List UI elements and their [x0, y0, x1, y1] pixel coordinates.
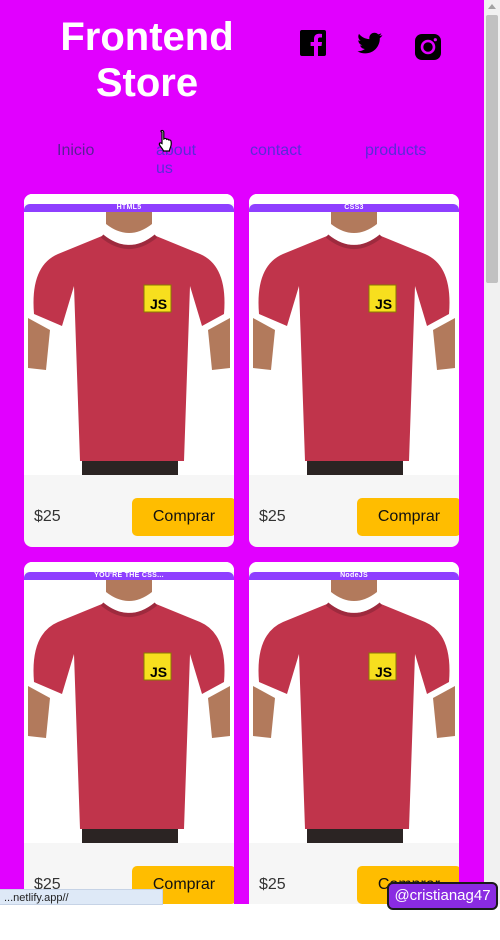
facebook-icon[interactable] — [298, 28, 328, 58]
tshirt-image-icon: JS — [249, 212, 459, 475]
buy-button[interactable]: Comprar — [357, 498, 459, 536]
tshirt-image-icon: JS — [24, 212, 234, 475]
product-image[interactable]: JS — [24, 580, 234, 843]
hand-cursor-icon — [158, 129, 172, 152]
svg-text:JS: JS — [150, 296, 167, 312]
svg-text:JS: JS — [150, 664, 167, 680]
site-title-line-2: Store — [95, 61, 199, 105]
buy-button[interactable]: Comprar — [132, 498, 234, 536]
product-price: $25 — [259, 876, 286, 893]
twitter-icon[interactable] — [354, 28, 384, 58]
tshirt-image-icon: JS — [249, 580, 459, 843]
product-tag: CSS3 — [249, 204, 459, 212]
product-tag: YOU'RE THE CSS... — [24, 572, 234, 580]
site-title-line-1: Frontend — [60, 15, 234, 59]
nav-link-products[interactable]: products — [365, 142, 426, 160]
nav-link-inicio[interactable]: Inicio — [57, 142, 94, 160]
product-image[interactable]: JS — [24, 212, 234, 475]
scrollbar-thumb[interactable] — [486, 15, 498, 283]
site-title: Frontend Store — [40, 14, 254, 106]
product-card: HTML5 JS $25 Comprar — [24, 194, 234, 547]
nav-link-contact[interactable]: contact — [250, 142, 302, 160]
vertical-scrollbar[interactable] — [484, 0, 500, 904]
scroll-up-arrow-icon[interactable] — [488, 4, 496, 9]
site-header: Frontend Store Inicio about us contact p… — [0, 0, 484, 190]
product-image[interactable]: JS — [249, 212, 459, 475]
product-tag: NodeJS — [249, 572, 459, 580]
svg-text:JS: JS — [375, 296, 392, 312]
link-status-bar: ...netlify.app// — [0, 889, 163, 905]
product-card: YOU'RE THE CSS... JS $25 Comprar — [24, 562, 234, 904]
product-tag: HTML5 — [24, 204, 234, 212]
product-image[interactable]: JS — [249, 580, 459, 843]
tshirt-image-icon: JS — [24, 580, 234, 843]
svg-text:JS: JS — [375, 664, 392, 680]
product-price: $25 — [34, 508, 61, 525]
page-viewport: Frontend Store Inicio about us contact p… — [0, 0, 484, 904]
author-watermark: @cristianag47 — [387, 882, 498, 910]
product-card: NodeJS JS $25 Comprar — [249, 562, 459, 904]
instagram-icon[interactable] — [413, 32, 443, 62]
product-price: $25 — [259, 508, 286, 525]
product-card: CSS3 JS $25 Comprar — [249, 194, 459, 547]
